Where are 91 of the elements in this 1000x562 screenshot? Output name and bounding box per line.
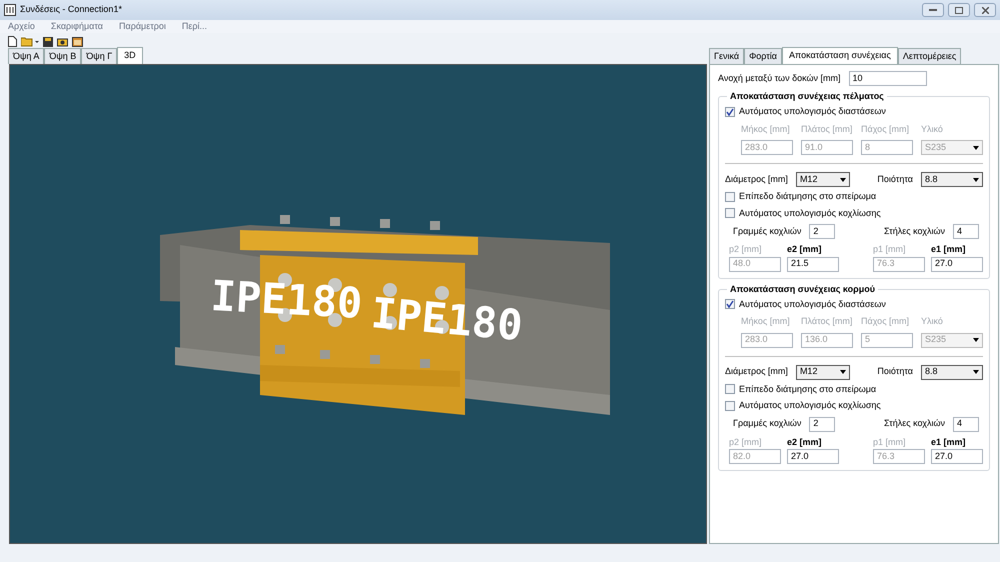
field-label: Μήκος [mm] (741, 315, 791, 328)
field-label: Πλάτος [mm] (801, 122, 853, 136)
dropdown-value: S235 (925, 140, 946, 154)
field-label: e1 [mm] (931, 243, 967, 256)
field-label: Στήλες κοχλιών (884, 224, 945, 238)
field-label: Ποιότητα (877, 172, 913, 186)
close-button[interactable] (974, 3, 996, 17)
caret-icon (973, 146, 979, 150)
caret-icon (840, 178, 846, 182)
field-label: Πάχος [mm] (861, 122, 910, 136)
field-label: e1 [mm] (931, 436, 967, 449)
dropdown-value: S235 (925, 333, 946, 346)
maximize-icon (955, 6, 963, 14)
app-icon (4, 4, 16, 16)
field-label: e2 [mm] (787, 243, 823, 256)
dropdown[interactable]: 8.8 (921, 172, 983, 187)
tab[interactable]: Όψη Γ (81, 48, 118, 64)
dropdown[interactable]: M12 (796, 364, 850, 380)
field-label: Στήλες κοχλιών (884, 417, 945, 430)
minimize-icon (929, 8, 937, 12)
field-label: p1 [mm] (873, 243, 907, 256)
field-label: Γραμμές κοχλιών (733, 417, 802, 430)
window-title: Συνδέσεις - Connection1* (20, 3, 122, 16)
checkbox-label: Επίπεδο διάτμησης στο σπείρωμα (739, 382, 876, 396)
tab[interactable]: Φορτία (744, 48, 782, 64)
dropdown[interactable]: 8.8 (921, 364, 983, 380)
tab[interactable]: Όψη Α (8, 48, 44, 64)
new-file-icon[interactable] (8, 36, 17, 47)
field-label: Μήκος [mm] (741, 122, 791, 136)
field-label: p2 [mm] (729, 436, 763, 449)
camera-icon[interactable] (57, 36, 68, 46)
field-label: Υλικό (921, 315, 944, 328)
tab[interactable]: Όψη Β (44, 48, 82, 64)
group-title: Αποκατάσταση συνέχειας πέλματος (727, 90, 887, 104)
caret-icon (840, 370, 846, 374)
input-field[interactable]: 2 (809, 224, 836, 239)
beam-label: IPE180 (209, 271, 364, 328)
menu-item[interactable]: Αρχείο (8, 20, 35, 33)
image-icon[interactable] (72, 36, 83, 46)
caret-icon (973, 338, 979, 342)
checkbox-label: Αυτόματος υπολογισμός διαστάσεων (739, 298, 886, 311)
dropdown-value: 8.8 (925, 365, 938, 378)
field-label: Πλάτος [mm] (801, 315, 853, 328)
group-title: Αποκατάσταση συνέχειας κορμού (727, 282, 878, 296)
input-field[interactable]: 2 (809, 416, 836, 432)
field-label: p1 [mm] (873, 436, 907, 449)
input-field[interactable]: 21.5 (787, 256, 839, 272)
gap-field[interactable]: 10 (848, 71, 926, 86)
caret-icon (973, 370, 979, 374)
field-label: Ποιότητα (877, 365, 913, 378)
input-field[interactable]: 4 (953, 416, 979, 432)
field-label: Υλικό (921, 122, 944, 136)
input-field[interactable]: 27.0 (787, 449, 839, 464)
dropdown-value: M12 (800, 172, 818, 186)
menu-item[interactable]: Περί... (182, 20, 208, 33)
checkbox[interactable] (725, 106, 735, 117)
field-label: Ανοχή μεταξύ των δοκών [mm] (718, 72, 840, 85)
checkbox[interactable] (725, 208, 735, 218)
field-label: Διάμετρος [mm] (725, 365, 788, 378)
checkbox-label: Αυτόματος υπολογισμός κοχλίωσης (739, 399, 881, 412)
checkbox[interactable] (725, 299, 735, 310)
maximize-button[interactable] (948, 3, 970, 17)
tab[interactable]: Γενικά (709, 48, 744, 64)
input-field[interactable]: 27.0 (931, 449, 983, 464)
input-field[interactable]: 4 (953, 224, 979, 239)
checkbox[interactable] (725, 400, 735, 411)
save-icon[interactable] (43, 36, 53, 46)
field-label: Γραμμές κοχλιών (733, 224, 802, 238)
dropdown-value: 8.8 (925, 172, 938, 186)
beam-label: IPE180 (369, 288, 525, 350)
minimize-button[interactable] (922, 3, 944, 17)
field-label: Διάμετρος [mm] (725, 172, 788, 186)
close-icon (982, 6, 988, 14)
checkbox[interactable] (725, 384, 735, 394)
field-label: p2 [mm] (729, 243, 763, 256)
dropdown[interactable]: M12 (796, 172, 850, 187)
checkbox-label: Αυτόματος υπολογισμός κοχλίωσης (739, 206, 881, 220)
tab[interactable]: Αποκατάσταση συνέχειας (782, 46, 898, 64)
open-folder-icon[interactable] (21, 36, 39, 47)
caret-icon (973, 178, 979, 182)
input-field[interactable]: 27.0 (931, 256, 983, 272)
checkbox-label: Επίπεδο διάτμησης στο σπείρωμα (739, 190, 876, 203)
tab[interactable]: 3D (117, 46, 143, 64)
checkbox-label: Αυτόματος υπολογισμός διαστάσεων (739, 105, 886, 118)
menu-item[interactable]: Σκαριφήματα (50, 20, 104, 33)
field-label: Πάχος [mm] (861, 315, 910, 328)
menu-item[interactable]: Παράμετροι (119, 20, 166, 33)
checkbox[interactable] (725, 192, 735, 202)
field-label: e2 [mm] (787, 436, 823, 449)
tab[interactable]: Λεπτομέρειες (898, 48, 962, 64)
dropdown-value: M12 (800, 365, 818, 378)
